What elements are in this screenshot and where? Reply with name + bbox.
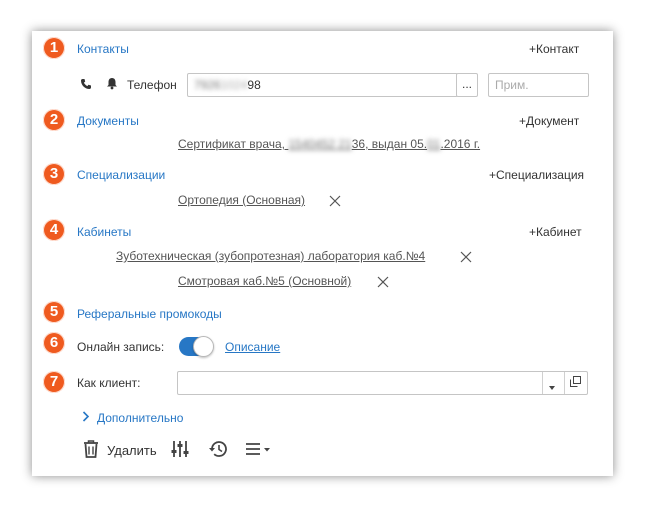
cabinet-item-link[interactable]: Зуботехническая (зубопротезная) лаборато… xyxy=(116,249,425,263)
document-prefix: Сертификат врача, xyxy=(178,137,289,151)
online-description-link[interactable]: Описание xyxy=(225,340,280,354)
cabinets-title[interactable]: Кабинеты xyxy=(77,225,131,239)
phone-more-button[interactable]: ... xyxy=(456,73,478,97)
more-options-link[interactable]: Дополнительно xyxy=(97,411,183,425)
document-item-link[interactable]: Сертификат врача, 1540452 2136, выдан 05… xyxy=(178,137,480,151)
remove-cabinet-icon[interactable] xyxy=(377,276,389,288)
menu-icon[interactable] xyxy=(245,442,271,459)
settings-sliders-icon[interactable] xyxy=(171,440,189,461)
chevron-right-icon[interactable] xyxy=(82,411,90,425)
step-badge-5: 5 xyxy=(43,301,65,323)
phone-value-hidden-2: 1024 xyxy=(220,78,248,92)
specializations-title[interactable]: Специализации xyxy=(77,168,165,182)
history-icon[interactable] xyxy=(208,440,228,461)
contact-type-label[interactable]: Телефон xyxy=(127,78,177,92)
step-badge-2: 2 xyxy=(43,109,65,131)
step-badge-7: 7 xyxy=(43,371,65,393)
bell-icon[interactable] xyxy=(106,77,118,93)
documents-title[interactable]: Документы xyxy=(77,114,139,128)
add-contact-link[interactable]: +Контакт xyxy=(529,42,579,56)
document-suffix: .2016 г. xyxy=(440,137,481,151)
add-specialization-link[interactable]: +Специализация xyxy=(489,168,584,182)
dropdown-arrow-icon[interactable] xyxy=(548,380,556,394)
phone-value-hidden: 7926 xyxy=(194,78,221,92)
step-badge-1: 1 xyxy=(43,37,65,59)
specialization-item-link[interactable]: Ортопедия (Основная) xyxy=(178,193,305,207)
phone-input[interactable]: 7926102498 xyxy=(187,73,458,97)
step-badge-4: 4 xyxy=(43,219,65,241)
document-hidden-number: 1540452 21 xyxy=(288,137,352,151)
open-card-icon[interactable] xyxy=(570,376,581,390)
client-select[interactable] xyxy=(177,371,588,395)
cabinet-item-link[interactable]: Смотровая каб.№5 (Основной) xyxy=(178,274,351,288)
document-mid: 36, выдан 05. xyxy=(351,137,428,151)
step-badge-6: 6 xyxy=(43,332,65,354)
note-placeholder: Прим. xyxy=(495,78,529,92)
online-booking-label: Онлайн запись: xyxy=(77,340,165,354)
phone-value-visible: 98 xyxy=(247,78,261,92)
add-cabinet-link[interactable]: +Кабинет xyxy=(529,225,582,239)
document-hidden-month: 01 xyxy=(427,137,441,151)
employee-card-panel: 1 Контакты +Контакт Телефон 7926102498 .… xyxy=(32,31,613,476)
step-badge-3: 3 xyxy=(43,163,65,185)
contacts-title[interactable]: Контакты xyxy=(77,42,129,56)
add-document-link[interactable]: +Документ xyxy=(519,114,579,128)
online-booking-toggle[interactable] xyxy=(179,336,214,357)
phone-icon[interactable] xyxy=(80,78,92,93)
trash-icon[interactable] xyxy=(83,440,99,461)
select-divider xyxy=(542,372,543,394)
delete-button[interactable]: Удалить xyxy=(107,443,157,458)
select-divider-2 xyxy=(564,372,565,394)
toggle-knob xyxy=(193,336,214,357)
remove-specialization-icon[interactable] xyxy=(329,195,341,207)
as-client-label: Как клиент: xyxy=(77,376,141,390)
contact-note-input[interactable]: Прим. xyxy=(488,73,589,97)
promo-codes-title[interactable]: Реферальные промокоды xyxy=(77,307,222,321)
remove-cabinet-icon[interactable] xyxy=(460,251,472,263)
